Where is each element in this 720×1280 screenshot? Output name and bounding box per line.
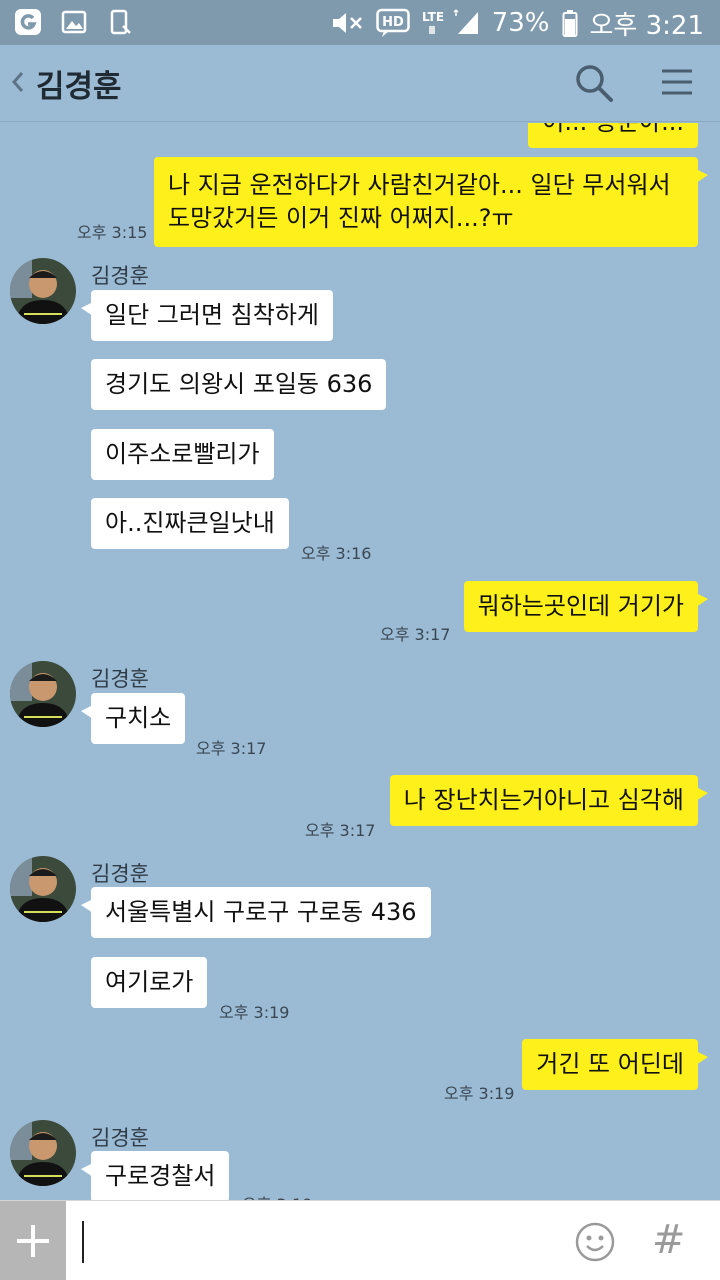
their-message-bubble: 이주소로빨리가	[91, 429, 274, 480]
sender-name: 김경훈	[91, 667, 149, 691]
their-message-bubble: 구치소	[80, 693, 186, 744]
search-icon[interactable]	[574, 63, 614, 103]
their-message-bubble: 서울특별시 구로구 구로동 436	[81, 887, 431, 938]
app-g-icon	[15, 9, 41, 35]
my-message-bubble: 어... 응준아...	[528, 123, 698, 148]
message-time: 오후 3:19	[219, 1003, 290, 1022]
message-text: 일단 그러면 침착하게	[105, 301, 319, 329]
my-message-bubble: 거긴 또 어딘데	[522, 1039, 708, 1090]
message-input-bar: #	[0, 1200, 720, 1280]
message-text: 서울특별시 구로구 구로동 436	[105, 898, 417, 926]
lte-signal-icon: LTE	[422, 9, 478, 34]
message-text: 나 장난치는거아니고 심각해	[403, 786, 684, 814]
battery-icon	[562, 10, 577, 37]
hd-label: HD	[382, 15, 404, 30]
sender-name: 김경훈	[91, 862, 149, 886]
hamburger-menu-icon[interactable]	[660, 67, 694, 97]
message-input[interactable]	[76, 1211, 556, 1271]
text-caret	[82, 1221, 84, 1263]
avatar[interactable]	[10, 1120, 76, 1186]
phone-notify-icon	[110, 9, 131, 35]
message-text: 어... 응준아...	[542, 123, 684, 136]
their-message-bubble: 아..진짜큰일낫내	[91, 498, 289, 549]
message-time: 오후 3:19	[242, 1191, 312, 1200]
chat-header: 김경훈	[0, 45, 720, 122]
message-text: 이주소로빨리가	[105, 440, 260, 468]
my-message-bubble: 나 장난치는거아니고 심각해	[389, 775, 709, 826]
my-message-bubble: 뭐하는곳인데 거기가	[463, 581, 709, 632]
mute-icon	[332, 13, 362, 33]
message-time: 오후 3:17	[196, 739, 267, 758]
hash-icon[interactable]: #	[652, 1217, 686, 1263]
smiley-icon[interactable]	[574, 1221, 616, 1263]
message-text: 구로경찰서	[105, 1162, 216, 1190]
message-time: 오후 3:19	[444, 1084, 515, 1103]
message-text: 아..진짜큰일낫내	[105, 509, 275, 537]
message-list[interactable]: 어... 응준아... 나 지금 운전하다가 사람친거같아... 일단 무서워서…	[0, 123, 720, 1200]
their-message-bubble: 일단 그러면 침착하게	[81, 290, 333, 341]
message-time: 오후 3:17	[305, 821, 376, 840]
plus-icon-bar	[31, 1225, 35, 1257]
avatar-image	[10, 856, 76, 922]
message-time: 오후 3:15	[77, 223, 148, 242]
hd-icon: HD	[375, 8, 410, 37]
message-text: 여기로가	[105, 968, 194, 996]
sender-name: 김경훈	[91, 1126, 149, 1150]
avatar[interactable]	[10, 258, 76, 324]
their-message-bubble: 구로경찰서	[80, 1151, 230, 1200]
message-text: 뭐하는곳인데 거기가	[477, 592, 684, 620]
my-message-bubble: 나 지금 운전하다가 사람친거같아... 일단 무서워서 도망갔거든 이거 진짜…	[154, 157, 708, 247]
avatar[interactable]	[10, 856, 76, 922]
gallery-icon	[61, 10, 87, 34]
plus-button[interactable]	[0, 1201, 66, 1280]
message-time: 오후 3:16	[301, 544, 372, 563]
avatar-image	[10, 1120, 76, 1186]
message-text: 경기도 의왕시 포일동 636	[105, 370, 373, 398]
message-time: 오후 3:17	[380, 625, 451, 644]
message-text: 구치소	[105, 704, 172, 732]
message-text-line: 도망갔거든 이거 진짜 어쩌지...?ㅠ	[168, 204, 514, 232]
sender-name: 김경훈	[91, 264, 149, 288]
chat-title: 김경훈	[36, 69, 122, 105]
avatar[interactable]	[10, 661, 76, 727]
avatar-image	[10, 661, 76, 727]
status-bar: HD LTE 73% 오후 3:21	[0, 0, 720, 45]
clock: 오후 3:21	[589, 10, 705, 41]
their-message-bubble: 경기도 의왕시 포일동 636	[91, 359, 387, 410]
network-label: LTE	[422, 10, 444, 24]
their-message-bubble: 여기로가	[91, 957, 208, 1008]
message-text: 거긴 또 어딘데	[536, 1050, 684, 1078]
battery-percent: 73%	[491, 8, 550, 38]
chevron-left-icon[interactable]	[10, 67, 26, 97]
message-text-line: 나 지금 운전하다가 사람친거같아... 일단 무서워서	[168, 171, 671, 199]
avatar-image	[10, 258, 76, 324]
